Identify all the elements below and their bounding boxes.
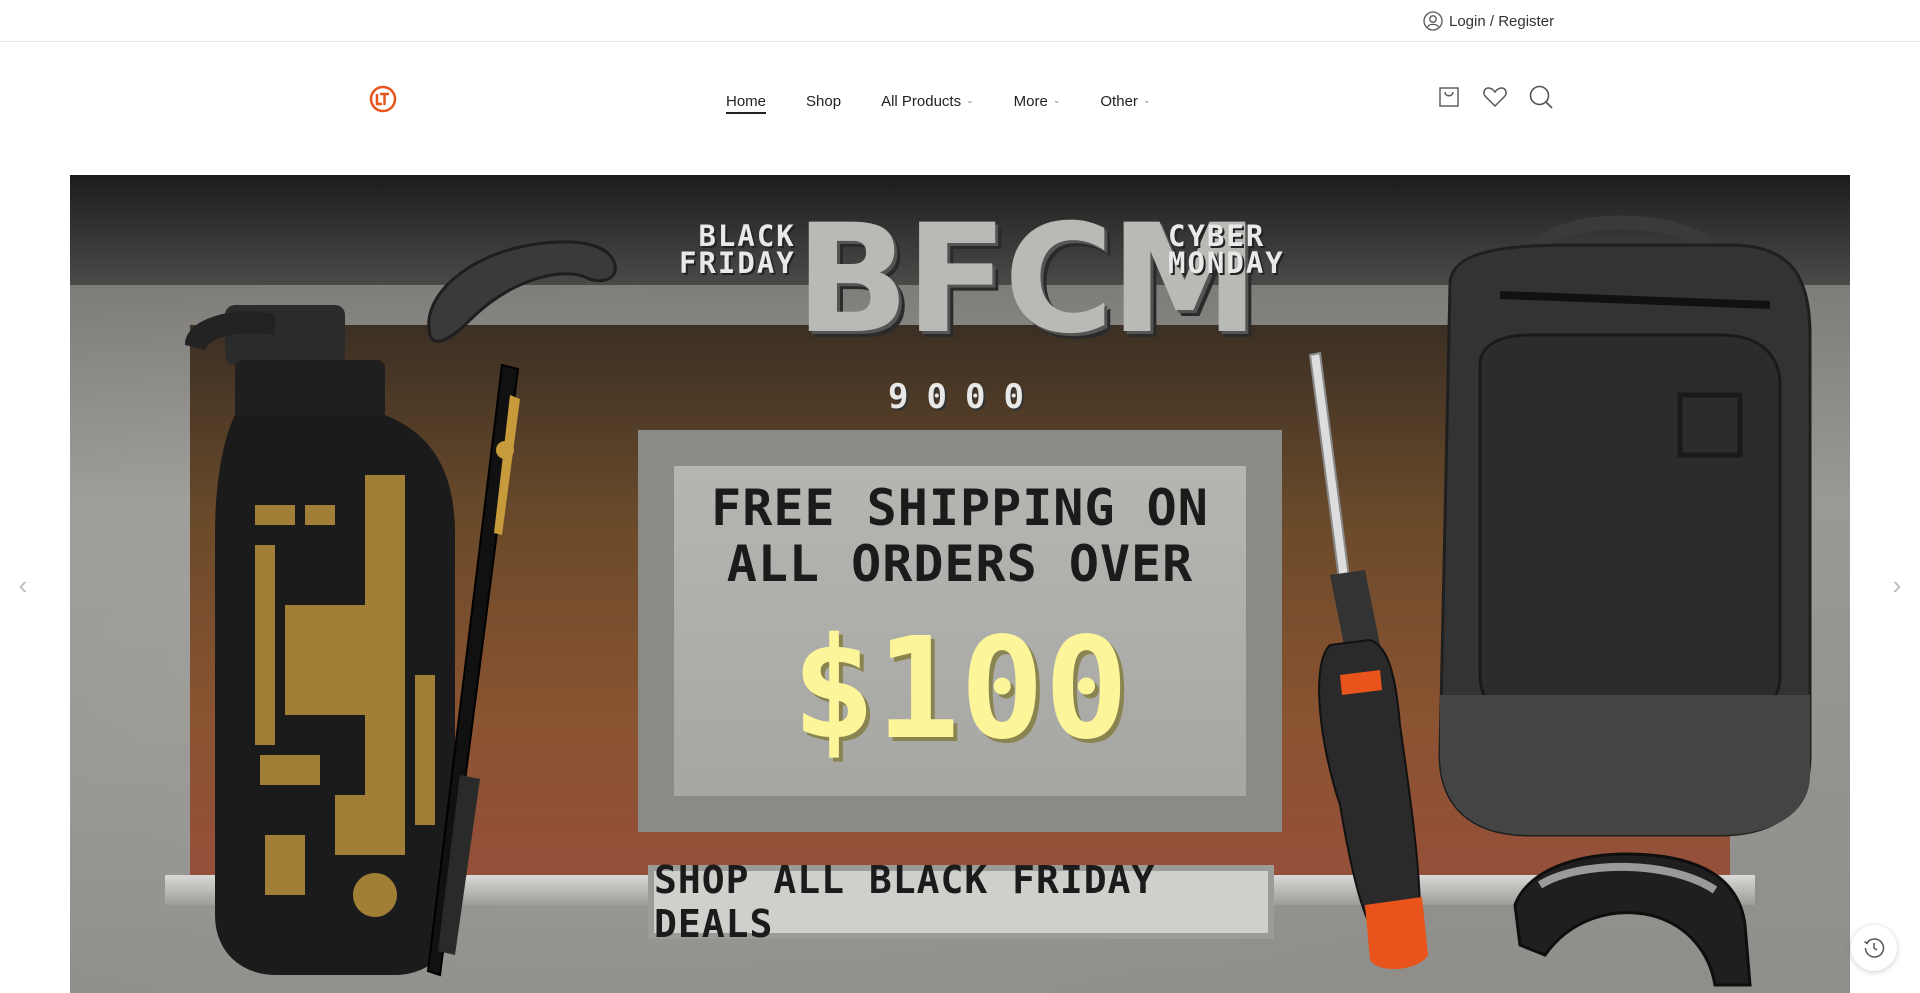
recently-viewed-button[interactable] xyxy=(1851,925,1897,971)
threshold-price: $100 xyxy=(791,608,1129,771)
monday-label: MONDAY xyxy=(1168,246,1285,280)
top-bar: Login / Register xyxy=(0,0,1920,42)
hero-banner[interactable]: BLACK FRIDAY BFCM 9000 CYBER MONDAY FREE… xyxy=(70,175,1850,993)
shop-deals-button[interactable]: SHOP ALL BLACK FRIDAY DEALS xyxy=(648,858,1274,946)
black-friday-label: BLACK FRIDAY xyxy=(679,222,796,280)
chevron-down-icon: ⌄ xyxy=(1052,94,1061,105)
nav-shop-label: Shop xyxy=(806,92,842,110)
user-icon xyxy=(1423,11,1443,31)
free-shipping-text: FREE SHIPPING ON ALL ORDERS OVER xyxy=(638,480,1282,592)
nav-other-label: Other xyxy=(1100,92,1138,110)
nav-home-label: Home xyxy=(726,92,767,110)
cart-button[interactable] xyxy=(1436,84,1462,110)
login-register-link[interactable]: Login / Register xyxy=(1423,10,1554,32)
backpack-image xyxy=(1438,215,1812,837)
history-icon xyxy=(1864,938,1885,958)
nav-more[interactable]: More ⌄ xyxy=(1014,93,1061,110)
search-icon xyxy=(1529,85,1553,109)
bfcm-main-title: BFCM xyxy=(795,193,1259,367)
free-shipping-panel: FREE SHIPPING ON ALL ORDERS OVER $100 xyxy=(638,430,1282,832)
panel-line-2: ALL ORDERS OVER xyxy=(726,535,1194,593)
bfcm-title: BFCM 9000 xyxy=(795,193,1259,417)
slider-prev-arrow[interactable]: ‹ xyxy=(8,570,38,600)
nav-other[interactable]: Other ⌄ xyxy=(1100,93,1150,110)
nav-shop[interactable]: Shop xyxy=(806,93,841,110)
header-actions xyxy=(1436,84,1554,110)
nav-home[interactable]: Home xyxy=(726,93,766,110)
heart-icon xyxy=(1483,87,1507,108)
chevron-down-icon: ⌄ xyxy=(1142,94,1151,105)
bfcm-subtitle: 9000 xyxy=(888,377,1042,417)
nav-more-label: More xyxy=(1013,92,1048,110)
login-register-label: Login / Register xyxy=(1449,12,1555,30)
cyber-monday-label: CYBER MONDAY xyxy=(1168,222,1285,280)
cart-icon xyxy=(1439,87,1459,107)
slider-next-arrow[interactable]: › xyxy=(1882,570,1912,600)
nav-all-products[interactable]: All Products ⌄ xyxy=(881,93,974,110)
chevron-down-icon: ⌄ xyxy=(966,94,974,105)
bottle-opener-image xyxy=(1513,852,1752,987)
pen-image xyxy=(426,363,520,977)
main-nav: Home Shop All Products ⌄ More ⌄ Other ⌄ xyxy=(726,89,1190,113)
brand-logo[interactable] xyxy=(369,85,397,113)
wishlist-button[interactable] xyxy=(1482,84,1508,110)
nav-all-products-label: All Products xyxy=(881,92,962,110)
friday-label: FRIDAY xyxy=(679,246,796,280)
panel-line-1: FREE SHIPPING ON xyxy=(711,479,1209,537)
search-button[interactable] xyxy=(1528,84,1554,110)
site-header: Home Shop All Products ⌄ More ⌄ Other ⌄ xyxy=(0,42,1920,174)
